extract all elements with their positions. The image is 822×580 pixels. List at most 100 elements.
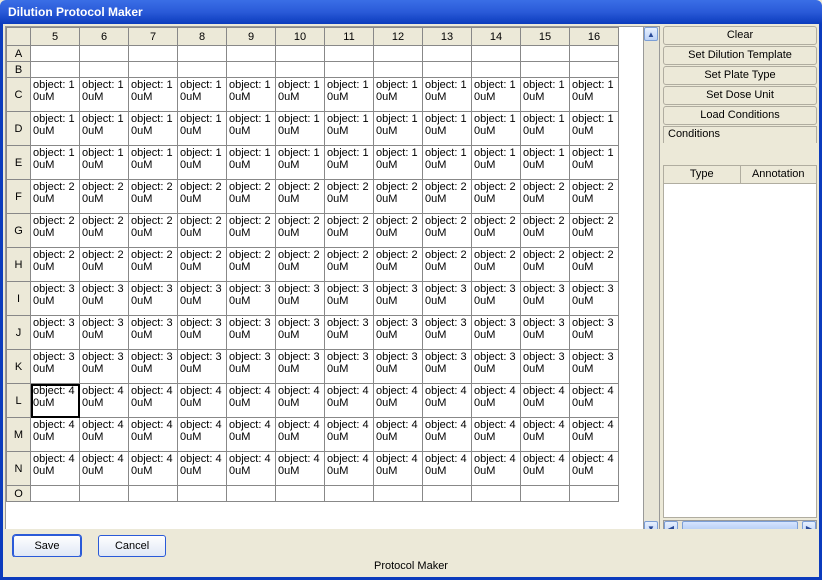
grid-cell[interactable]: object: 3 0uM (129, 350, 178, 384)
grid-cell[interactable]: object: 2 0uM (80, 214, 129, 248)
grid-cell[interactable] (227, 62, 276, 78)
grid-cell[interactable]: object: 2 0uM (472, 180, 521, 214)
grid-cell[interactable] (570, 486, 619, 502)
grid-cell[interactable] (31, 46, 80, 62)
grid-cell[interactable]: object: 2 0uM (325, 248, 374, 282)
grid-cell[interactable] (129, 46, 178, 62)
grid-cell[interactable]: object: 3 0uM (129, 282, 178, 316)
grid-cell[interactable] (570, 46, 619, 62)
grid-cell[interactable] (227, 46, 276, 62)
grid-cell[interactable]: object: 1 0uM (521, 146, 570, 180)
grid-cell[interactable]: object: 1 0uM (129, 112, 178, 146)
grid-cell[interactable]: object: 2 0uM (521, 214, 570, 248)
grid-cell[interactable]: object: 4 0uM (276, 452, 325, 486)
grid-cell[interactable] (521, 486, 570, 502)
grid-cell[interactable]: object: 2 0uM (423, 214, 472, 248)
grid-cell[interactable]: object: 1 0uM (178, 78, 227, 112)
grid-cell[interactable]: object: 2 0uM (276, 248, 325, 282)
grid-cell[interactable]: object: 4 0uM (80, 384, 129, 418)
grid-cell[interactable]: object: 2 0uM (31, 248, 80, 282)
grid-cell[interactable] (276, 486, 325, 502)
grid-cell[interactable]: object: 4 0uM (178, 384, 227, 418)
grid-cell[interactable] (423, 486, 472, 502)
grid-cell[interactable]: object: 1 0uM (129, 146, 178, 180)
grid-cell[interactable]: object: 2 0uM (570, 180, 619, 214)
grid-cell[interactable]: object: 4 0uM (276, 418, 325, 452)
grid-cell[interactable] (472, 46, 521, 62)
grid-cell[interactable]: object: 1 0uM (227, 78, 276, 112)
grid-cell[interactable] (178, 486, 227, 502)
grid-cell[interactable]: object: 4 0uM (80, 452, 129, 486)
grid-cell[interactable] (276, 62, 325, 78)
row-header[interactable]: D (7, 112, 31, 146)
grid-cell[interactable]: object: 3 0uM (227, 282, 276, 316)
grid-cell[interactable]: object: 3 0uM (80, 316, 129, 350)
grid-cell[interactable] (80, 486, 129, 502)
row-header[interactable]: M (7, 418, 31, 452)
grid-cell[interactable]: object: 3 0uM (472, 316, 521, 350)
grid-cell[interactable]: object: 2 0uM (129, 180, 178, 214)
row-header[interactable]: O (7, 486, 31, 502)
grid-cell[interactable]: object: 2 0uM (325, 214, 374, 248)
grid-cell[interactable] (374, 46, 423, 62)
grid-cell[interactable]: object: 3 0uM (227, 316, 276, 350)
grid-cell[interactable]: object: 3 0uM (423, 350, 472, 384)
grid-cell[interactable]: object: 3 0uM (570, 350, 619, 384)
grid-cell[interactable]: object: 1 0uM (325, 146, 374, 180)
grid-cell[interactable] (31, 62, 80, 78)
grid-cell[interactable]: object: 4 0uM (472, 418, 521, 452)
col-header[interactable]: 6 (80, 28, 129, 46)
cancel-button[interactable]: Cancel (98, 535, 166, 557)
grid-cell[interactable]: object: 4 0uM (374, 452, 423, 486)
grid-cell[interactable]: object: 3 0uM (521, 282, 570, 316)
grid-cell[interactable]: object: 3 0uM (472, 282, 521, 316)
grid-cell[interactable]: object: 1 0uM (31, 112, 80, 146)
grid-cell[interactable]: object: 3 0uM (80, 282, 129, 316)
grid-cell[interactable]: object: 2 0uM (423, 248, 472, 282)
grid-cell[interactable]: object: 1 0uM (276, 146, 325, 180)
grid-cell[interactable]: object: 3 0uM (129, 316, 178, 350)
grid-cell[interactable]: object: 4 0uM (521, 452, 570, 486)
col-header[interactable]: 10 (276, 28, 325, 46)
grid-cell[interactable] (178, 62, 227, 78)
grid-cell[interactable] (423, 46, 472, 62)
grid-cell[interactable]: object: 2 0uM (570, 248, 619, 282)
grid-cell[interactable] (521, 46, 570, 62)
grid-cell[interactable]: object: 4 0uM (570, 418, 619, 452)
col-header[interactable]: 8 (178, 28, 227, 46)
grid-cell[interactable]: object: 3 0uM (374, 316, 423, 350)
grid-cell[interactable]: object: 2 0uM (472, 248, 521, 282)
grid-cell[interactable] (80, 46, 129, 62)
grid-cell[interactable]: object: 2 0uM (325, 180, 374, 214)
load-conditions-button[interactable]: Load Conditions (663, 106, 817, 125)
grid-cell[interactable]: object: 4 0uM (227, 418, 276, 452)
grid-viewport[interactable]: 5678910111213141516ABCobject: 1 0uMobjec… (5, 26, 644, 536)
grid-cell[interactable]: object: 3 0uM (80, 350, 129, 384)
set-dilution-template-button[interactable]: Set Dilution Template (663, 46, 817, 65)
grid-cell[interactable]: object: 2 0uM (276, 214, 325, 248)
grid-cell[interactable]: object: 4 0uM (31, 418, 80, 452)
grid-cell[interactable]: object: 4 0uM (423, 384, 472, 418)
grid-cell[interactable]: object: 1 0uM (129, 78, 178, 112)
set-plate-type-button[interactable]: Set Plate Type (663, 66, 817, 85)
grid-cell[interactable]: object: 3 0uM (31, 316, 80, 350)
vertical-scrollbar[interactable]: ▲ ▼ (644, 26, 660, 536)
col-header[interactable]: 14 (472, 28, 521, 46)
grid-cell[interactable]: object: 1 0uM (472, 146, 521, 180)
row-header[interactable]: F (7, 180, 31, 214)
grid-cell[interactable]: object: 3 0uM (31, 282, 80, 316)
grid-cell[interactable]: object: 4 0uM (80, 418, 129, 452)
grid-cell[interactable]: object: 3 0uM (423, 282, 472, 316)
conditions-list[interactable] (663, 184, 817, 518)
grid-cell[interactable]: object: 1 0uM (227, 146, 276, 180)
row-header[interactable]: E (7, 146, 31, 180)
grid-cell[interactable]: object: 4 0uM (325, 452, 374, 486)
grid-cell[interactable]: object: 2 0uM (521, 248, 570, 282)
grid-cell[interactable]: object: 3 0uM (325, 316, 374, 350)
row-header[interactable]: K (7, 350, 31, 384)
grid-cell[interactable]: object: 2 0uM (570, 214, 619, 248)
grid-cell[interactable]: object: 2 0uM (227, 214, 276, 248)
grid-cell[interactable]: object: 1 0uM (521, 78, 570, 112)
grid-cell[interactable]: object: 1 0uM (570, 146, 619, 180)
grid-cell[interactable] (227, 486, 276, 502)
